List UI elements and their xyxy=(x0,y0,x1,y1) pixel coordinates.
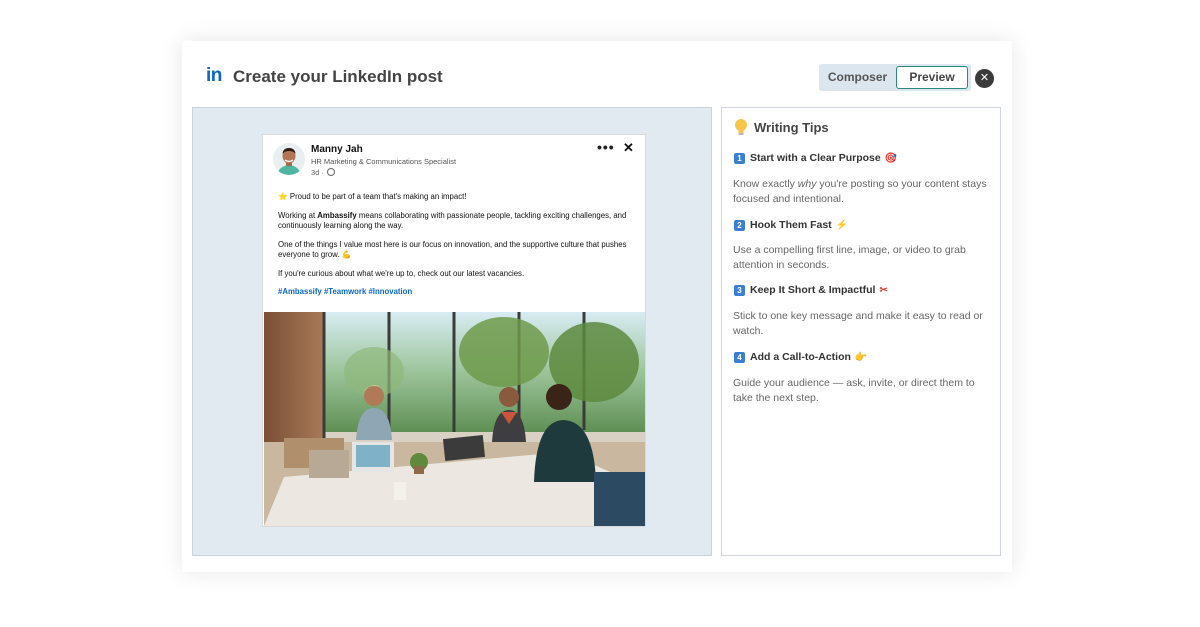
author-role: HR Marketing & Communications Specialist xyxy=(311,157,457,166)
tip-heading-text: Add a Call-to-Action xyxy=(750,351,851,363)
globe-icon xyxy=(326,168,335,176)
page-title: Create your LinkedIn post xyxy=(233,67,443,86)
preview-pane: Manny Jah HR Marketing & Communications … xyxy=(192,107,712,556)
modal-header: in Create your LinkedIn post Composer Pr… xyxy=(182,41,1012,107)
lightbulb-icon xyxy=(735,119,747,135)
post-para-2-pre: Working at xyxy=(278,210,318,220)
more-options-icon[interactable]: ••• xyxy=(597,139,615,155)
tab-composer[interactable]: Composer xyxy=(819,66,896,89)
post-time: 3d xyxy=(311,168,320,177)
tip-heading-3: 3 Keep It Short & Impactful ✂ xyxy=(734,284,888,296)
post-para-3: One of the things I value most here is o… xyxy=(278,239,627,260)
tips-title: Writing Tips xyxy=(754,120,829,135)
post-line-1: ⭐ Proud to be part of a team that's maki… xyxy=(278,192,467,201)
scissors-icon: ✂ xyxy=(879,285,888,296)
tip-heading-1: 1 Start with a Clear Purpose 🎯 xyxy=(734,152,897,164)
dismiss-post-icon[interactable]: ✕ xyxy=(623,140,634,156)
number-3-icon: 3 xyxy=(734,285,745,296)
view-toggle: Composer Preview xyxy=(819,64,971,91)
pointing-hand-icon: 👉 xyxy=(854,352,868,363)
number-4-icon: 4 xyxy=(734,352,745,363)
tip-heading-text: Keep It Short & Impactful xyxy=(750,284,876,296)
tip-heading-text: Hook Them Fast xyxy=(750,219,832,231)
tip-text-1: Know exactly why you're posting so your … xyxy=(733,177,995,206)
writing-tips-panel: Writing Tips 1 Start with a Clear Purpose… xyxy=(721,107,1001,556)
linkedin-icon: in xyxy=(206,65,222,86)
hashtag-link[interactable]: #Teamwork xyxy=(324,287,366,296)
close-modal-icon[interactable]: ✕ xyxy=(975,69,994,88)
tip-text-part: Know exactly xyxy=(733,178,798,190)
hashtags: #Ambassify #Teamwork #Innovation xyxy=(278,287,638,298)
hashtag-link[interactable]: #Ambassify xyxy=(278,287,322,296)
create-post-modal: in Create your LinkedIn post Composer Pr… xyxy=(182,41,1012,572)
avatar xyxy=(273,143,305,175)
post-image xyxy=(264,312,645,526)
number-1-icon: 1 xyxy=(734,153,745,164)
lightning-icon: ⚡ xyxy=(835,220,849,231)
post-para-2: Working at Ambassify means collaborating… xyxy=(278,211,638,232)
author-name[interactable]: Manny Jah xyxy=(311,144,363,155)
post-meta: 3d · xyxy=(311,168,335,177)
post-body: ⭐ Proud to be part of a team that's maki… xyxy=(278,192,638,306)
tip-text-3: Stick to one key message and make it eas… xyxy=(733,310,983,337)
tip-text-2: Use a compelling first line, image, or v… xyxy=(733,244,966,271)
number-2-icon: 2 xyxy=(734,220,745,231)
tip-text-4: Guide your audience — ask, invite, or di… xyxy=(733,377,975,404)
post-para-4: If you're curious about what we're up to… xyxy=(278,268,525,278)
target-icon: 🎯 xyxy=(884,153,898,164)
company-name: Ambassify xyxy=(317,210,357,220)
tip-heading-text: Start with a Clear Purpose xyxy=(750,152,881,164)
tip-heading-2: 2 Hook Them Fast ⚡ xyxy=(734,219,848,231)
tip-text-emphasis: why xyxy=(797,178,817,190)
tip-heading-4: 4 Add a Call-to-Action 👉 xyxy=(734,351,867,363)
linkedin-post-card: Manny Jah HR Marketing & Communications … xyxy=(262,134,646,527)
tab-preview[interactable]: Preview xyxy=(896,66,968,89)
hashtag-link[interactable]: #Innovation xyxy=(368,287,412,296)
